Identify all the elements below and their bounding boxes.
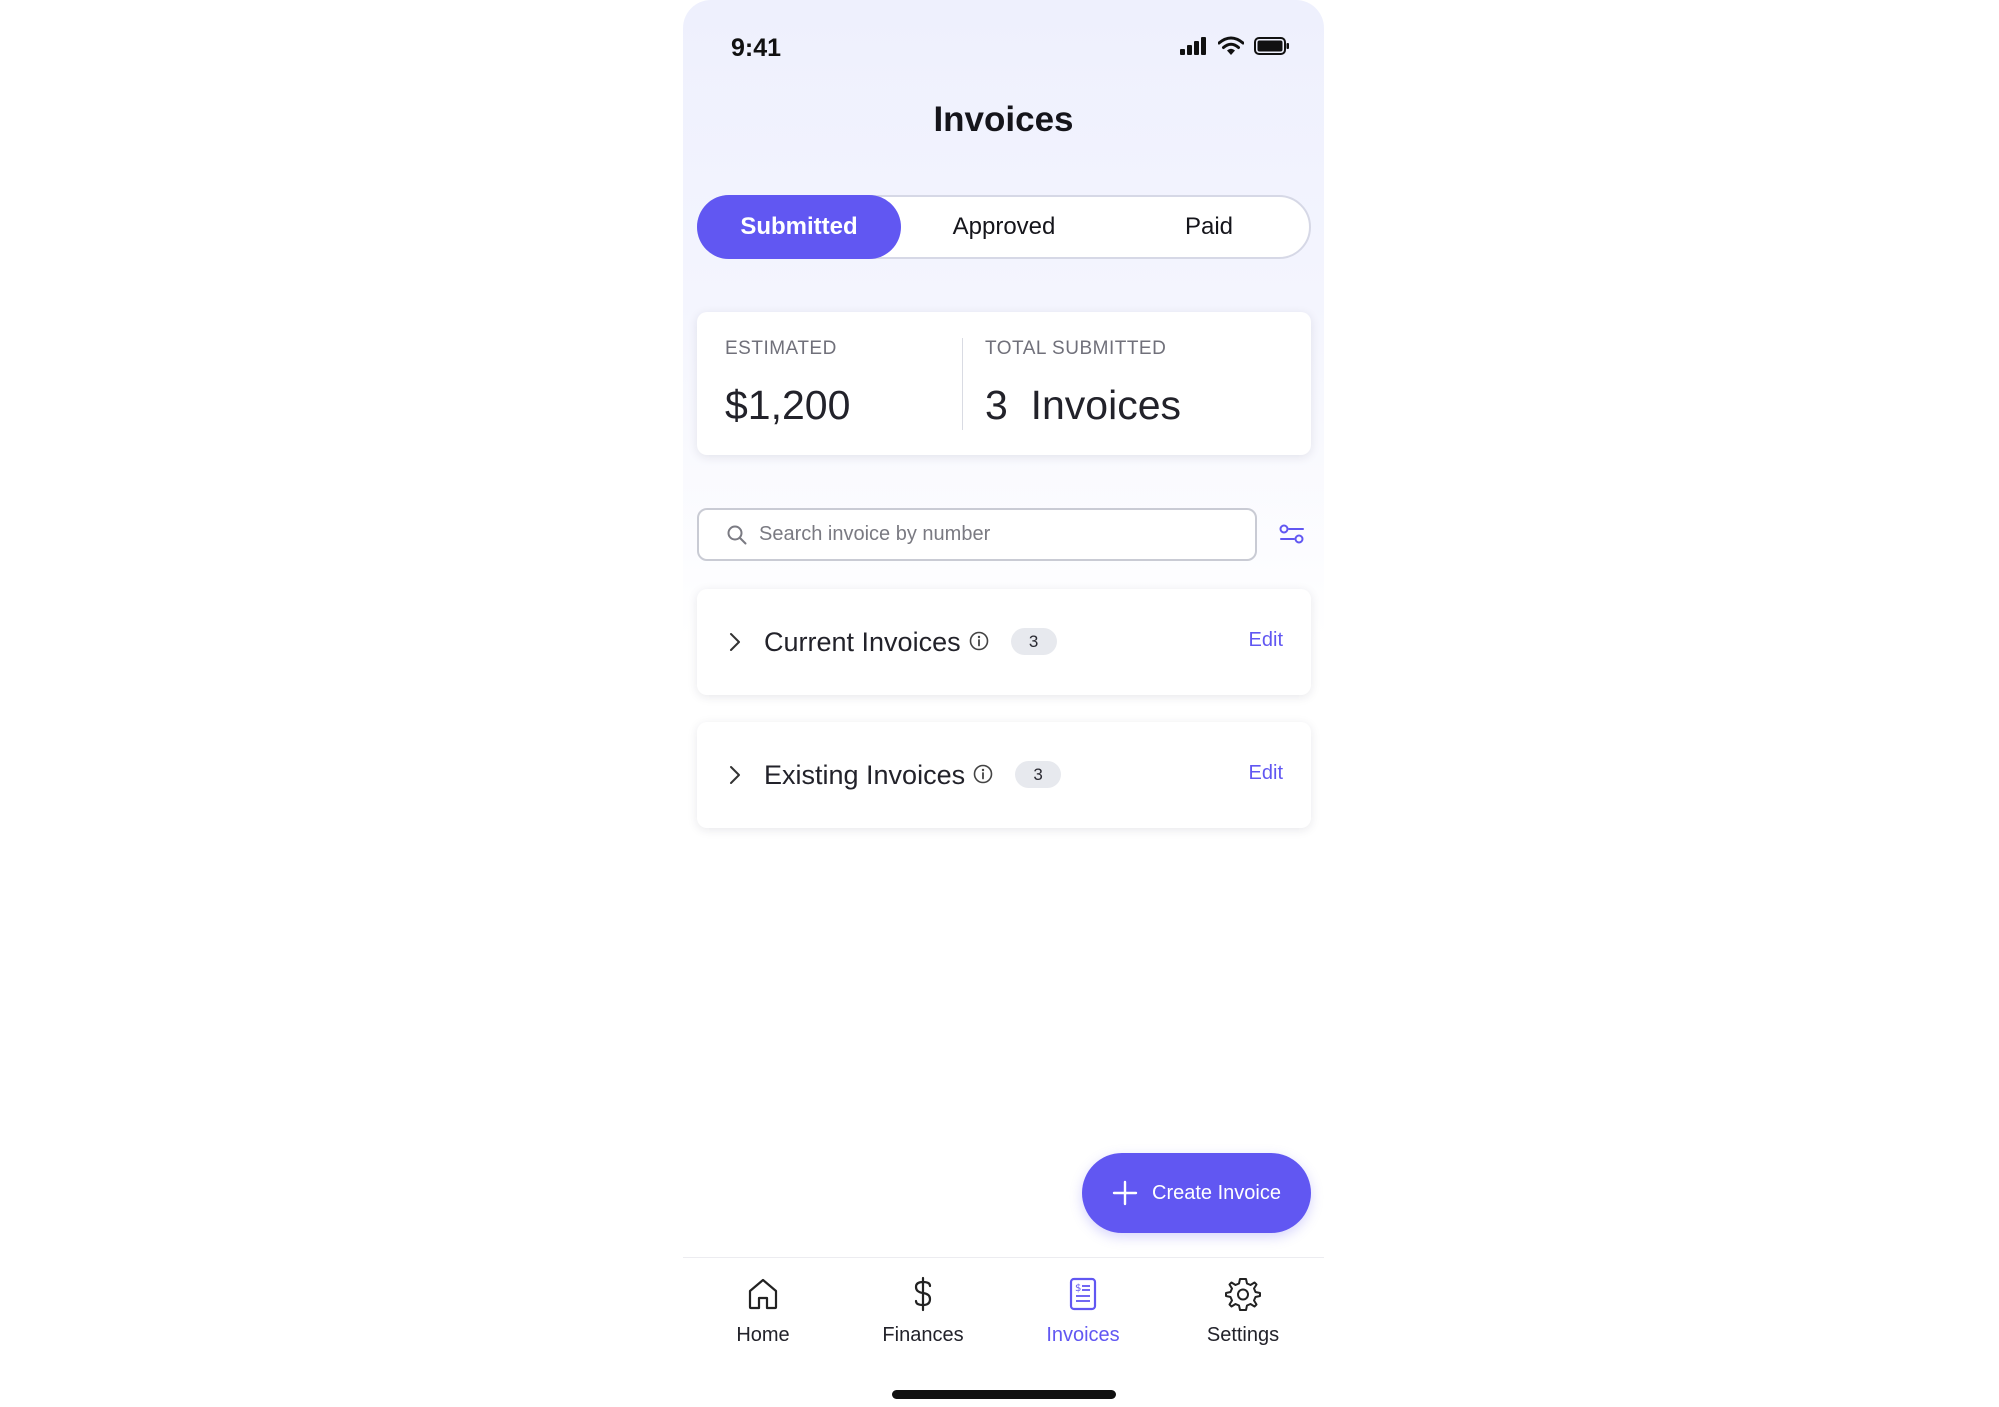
section-title: Existing Invoices 3: [764, 760, 1062, 791]
nav-invoices[interactable]: $ Invoices: [1003, 1276, 1163, 1366]
page-title: Invoices: [933, 100, 1074, 139]
total-submitted-summary: TOTAL SUBMITTED 3 Invoices: [985, 338, 1181, 429]
search-input[interactable]: [759, 523, 1239, 546]
bottom-nav: Home Finances $ Invoices Settings: [683, 1257, 1324, 1407]
create-invoice-button[interactable]: Create Invoice: [1082, 1153, 1311, 1233]
nav-invoices-label: Invoices: [1046, 1324, 1120, 1346]
filter-button[interactable]: [1276, 519, 1308, 551]
current-invoices-section[interactable]: Current Invoices 3 Edit: [697, 589, 1311, 695]
existing-invoices-section[interactable]: Existing Invoices 3 Edit: [697, 722, 1311, 828]
dollar-icon: [914, 1276, 932, 1312]
status-time: 9:41: [731, 34, 782, 62]
filter-icon: [1279, 524, 1304, 544]
chevron-right-icon[interactable]: [725, 763, 745, 787]
tab-submitted[interactable]: Submitted: [697, 195, 901, 259]
edit-existing-invoices-link[interactable]: Edit: [1249, 762, 1283, 785]
section-title: Current Invoices 3: [764, 627, 1057, 658]
phone-screen: 9:41 Invoices Submitted Approved Paid ES…: [683, 0, 1324, 1407]
count-badge: 3: [1015, 760, 1062, 788]
home-icon: [748, 1278, 778, 1310]
wifi-icon: [1218, 36, 1244, 55]
search-icon: [727, 525, 747, 544]
total-submitted-label: TOTAL SUBMITTED: [985, 338, 1167, 359]
estimated-summary: ESTIMATED $1,200: [725, 338, 850, 429]
total-submitted-value: 3 Invoices: [985, 382, 1181, 428]
create-invoice-label: Create Invoice: [1152, 1181, 1281, 1204]
search-box: [697, 508, 1257, 561]
nav-finances[interactable]: Finances: [843, 1276, 1003, 1366]
svg-text:$: $: [1075, 1283, 1081, 1294]
status-bar: 9:41: [683, 0, 1324, 100]
edit-current-invoices-link[interactable]: Edit: [1249, 629, 1283, 652]
battery-icon: [1254, 37, 1289, 55]
nav-settings[interactable]: Settings: [1163, 1276, 1323, 1366]
home-indicator: [892, 1390, 1116, 1399]
status-icons: [1180, 36, 1290, 56]
summary-card: ESTIMATED $1,200 TOTAL SUBMITTED 3 Invoi…: [697, 312, 1311, 455]
tab-paid[interactable]: Paid: [1107, 195, 1311, 259]
invoice-icon: $: [1069, 1277, 1097, 1311]
nav-home-label: Home: [736, 1324, 790, 1346]
current-invoices-title: Current Invoices: [764, 627, 961, 657]
nav-settings-label: Settings: [1206, 1324, 1280, 1346]
tab-approved[interactable]: Approved: [902, 195, 1106, 259]
count-badge: 3: [1010, 627, 1057, 655]
chevron-right-icon[interactable]: [725, 630, 745, 654]
estimated-label: ESTIMATED: [725, 338, 837, 359]
signal-icon: [1180, 37, 1206, 55]
info-icon[interactable]: [973, 764, 993, 784]
summary-divider: [962, 338, 963, 430]
existing-invoices-title: Existing Invoices: [764, 760, 966, 790]
status-tabs: Submitted Approved Paid: [697, 195, 1311, 259]
gear-icon: [1225, 1278, 1261, 1311]
nav-home[interactable]: Home: [683, 1276, 843, 1366]
info-icon[interactable]: [969, 631, 989, 651]
nav-finances-label: Finances: [882, 1324, 964, 1346]
plus-icon: [1112, 1180, 1138, 1206]
estimated-value: $1,200: [725, 382, 851, 428]
